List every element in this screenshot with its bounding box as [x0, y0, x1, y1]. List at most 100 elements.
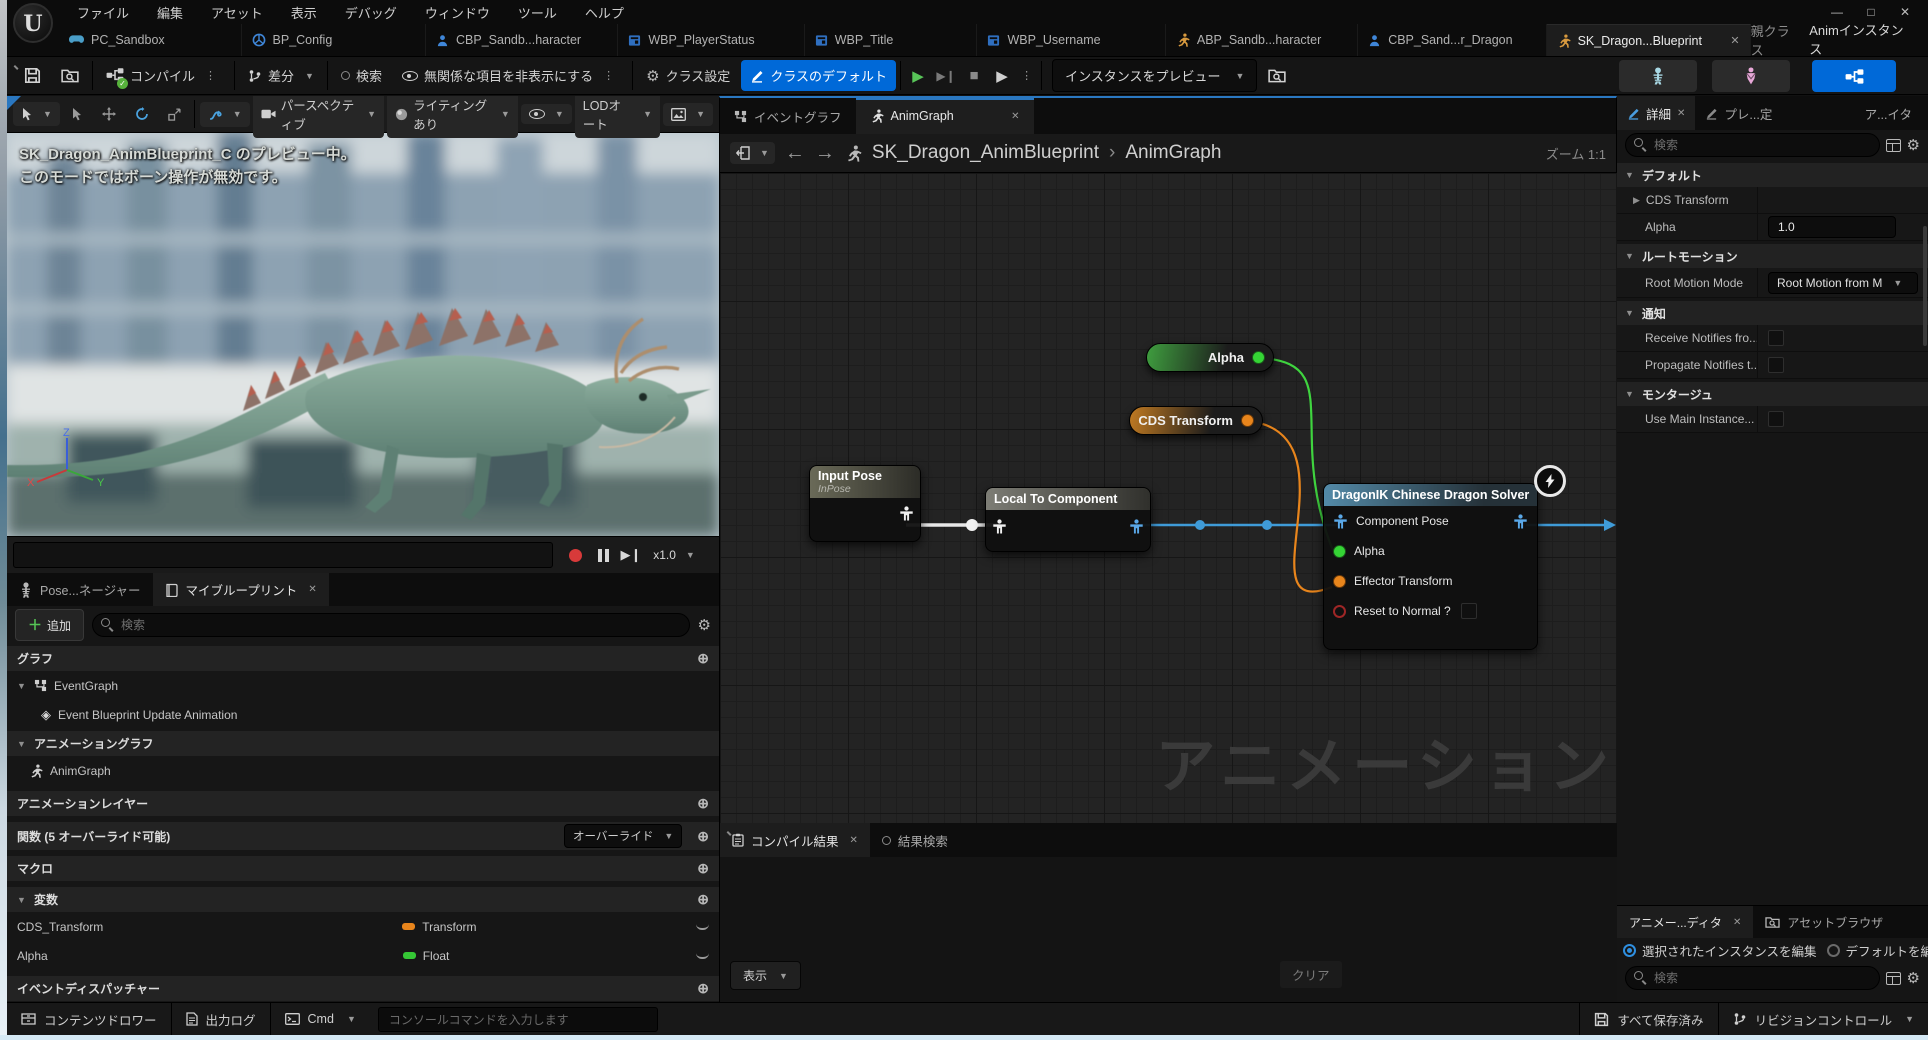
section-montage[interactable]: ▼モンタージュ	[1617, 382, 1928, 406]
use-main-instance-checkbox[interactable]	[1768, 411, 1784, 427]
closed-eye-icon[interactable]	[696, 953, 709, 959]
breadcrumb-current[interactable]: AnimGraph	[1125, 142, 1221, 164]
expander-icon[interactable]: ▼	[1625, 251, 1634, 261]
root-motion-mode-dropdown[interactable]: Root Motion from M▼	[1768, 272, 1918, 294]
move-tool-button[interactable]	[94, 102, 124, 126]
eject-button[interactable]: ▶	[989, 63, 1015, 89]
tab-sk-dragon-animblueprint[interactable]: SK_Dragon...Blueprint ✕	[1547, 24, 1751, 56]
menu-help[interactable]: ヘルプ	[573, 0, 636, 25]
find-button[interactable]: 検索	[332, 60, 391, 91]
tab-compile-results[interactable]: コンパイル結果 ✕	[720, 823, 870, 857]
menu-edit[interactable]: 編集	[145, 0, 195, 25]
dragonik-solver-node[interactable]: DragonIK Chinese Dragon Solver Component…	[1323, 483, 1538, 650]
reset-checkbox[interactable]	[1461, 603, 1477, 619]
anim-data-search-input[interactable]	[1625, 966, 1880, 990]
tab-wbp-title[interactable]: WBP_Title	[805, 24, 978, 56]
tab-abp-sandbox-character[interactable]: ABP_Sandb...haracter	[1166, 24, 1358, 56]
variable-row[interactable]: Alpha Float	[7, 941, 719, 970]
eventgraph-item[interactable]: ▼EventGraph	[7, 671, 719, 700]
screenshot-dropdown[interactable]: ▼	[663, 103, 713, 126]
event-dispatchers-section-header[interactable]: イベントディスパッチャー⊕	[7, 976, 719, 1001]
float-pin-icon[interactable]	[1333, 545, 1346, 558]
closed-eye-icon[interactable]	[696, 924, 709, 930]
expander-icon[interactable]: ▼	[1625, 389, 1634, 399]
select-tool-button[interactable]	[63, 102, 91, 126]
gear-icon[interactable]: ⚙	[698, 616, 711, 634]
preview-instance-dropdown[interactable]: インスタンスをプレビュー▼	[1052, 59, 1257, 92]
graphs-section-header[interactable]: グラフ⊕	[7, 646, 719, 671]
class-defaults-button[interactable]: クラスのデフォルト	[741, 60, 896, 91]
tab-anim-data-editor[interactable]: アニメー...ディタ ✕	[1617, 906, 1753, 938]
parent-class-link[interactable]: Animインスタンス	[1809, 20, 1914, 60]
add-layer-icon[interactable]: ⊕	[697, 795, 709, 812]
menu-file[interactable]: ファイル	[65, 0, 141, 25]
tab-animgraph[interactable]: AnimGraph ✕	[856, 98, 1034, 134]
preview-viewport[interactable]: ▼ ▼ パースペクティブ▼ ライティングあり▼ ▼ LODオート▼ ▼ SK_D…	[7, 96, 719, 573]
tab-close-icon[interactable]: ✕	[850, 835, 858, 846]
frame-skip-button[interactable]: ▶❙	[933, 63, 959, 89]
pose-pin-icon[interactable]	[993, 519, 1005, 533]
blueprint-mode-button[interactable]	[1812, 60, 1896, 92]
animgraph-item[interactable]: AnimGraph	[7, 756, 719, 785]
transform-pin-icon[interactable]	[1333, 575, 1346, 588]
tab-eventgraph[interactable]: イベントグラフ	[720, 98, 856, 134]
lod-dropdown[interactable]: LODオート▼	[575, 96, 660, 138]
lighting-dropdown[interactable]: ライティングあり▼	[387, 96, 518, 138]
tab-preview-settings[interactable]: プレ...定	[1695, 96, 1782, 130]
component-pose-pin-icon[interactable]	[1334, 514, 1346, 528]
property-cds-transform[interactable]: ▶CDS Transform	[1617, 187, 1928, 214]
menu-debug[interactable]: デバッグ	[333, 0, 409, 25]
timeline-scrubber[interactable]	[13, 542, 553, 568]
add-function-icon[interactable]: ⊕	[697, 828, 709, 845]
add-dispatcher-icon[interactable]: ⊕	[697, 980, 709, 997]
edit-defaults-radio[interactable]	[1827, 944, 1840, 957]
expander-icon[interactable]: ▼	[1625, 308, 1634, 318]
menu-asset[interactable]: アセット	[199, 0, 275, 25]
nav-forward-icon[interactable]: →	[815, 142, 835, 165]
step-forward-button[interactable]: ▶❙	[617, 542, 645, 568]
menu-tools[interactable]: ツール	[506, 0, 569, 25]
cmd-dropdown[interactable]: Cmd ▼	[271, 1003, 370, 1035]
play-options-icon[interactable]: ⋮	[1021, 69, 1033, 82]
mesh-mode-button[interactable]	[1712, 60, 1790, 92]
cds-transform-variable-node[interactable]: CDS Transform	[1129, 406, 1263, 435]
edit-selected-radio[interactable]	[1623, 944, 1636, 957]
property-root-motion-mode[interactable]: Root Motion Mode Root Motion from M▼	[1617, 268, 1928, 298]
clear-button[interactable]: クリア	[1280, 961, 1342, 988]
tab-details[interactable]: 詳細 ✕	[1617, 96, 1695, 130]
menu-view[interactable]: 表示	[279, 0, 329, 25]
exit-graph-button[interactable]: ▼	[730, 142, 775, 164]
diff-button[interactable]: 差分▼	[239, 60, 323, 91]
override-dropdown[interactable]: オーバーライド▼	[564, 824, 682, 848]
tab-close-icon[interactable]: ✕	[1730, 34, 1739, 47]
content-drawer-button[interactable]: コンテンツドロワー	[7, 1003, 172, 1035]
component-pose-pin-icon[interactable]	[1514, 514, 1526, 528]
stop-button[interactable]: ■	[961, 63, 987, 89]
animation-graphs-section-header[interactable]: ▼アニメーショングラフ	[7, 731, 719, 756]
propagate-notifies-checkbox[interactable]	[1768, 357, 1784, 373]
tab-close-icon[interactable]: ✕	[1733, 917, 1741, 928]
menu-window[interactable]: ウィンドウ	[413, 0, 502, 25]
my-blueprint-search-input[interactable]	[92, 613, 690, 637]
revision-control-button[interactable]: リビジョンコントロール ▼	[1718, 1003, 1928, 1035]
expander-icon[interactable]: ▼	[1625, 170, 1634, 180]
play-button[interactable]: ▶	[905, 63, 931, 89]
all-saved-button[interactable]: すべて保存済み	[1579, 1003, 1717, 1035]
animation-layers-section-header[interactable]: アニメーションレイヤー⊕	[7, 791, 719, 816]
tab-pose-watch-manager[interactable]: Pose...ネージャー	[7, 573, 153, 606]
property-receive-notifies[interactable]: Receive Notifies fro...	[1617, 325, 1928, 352]
skeleton-mode-button[interactable]	[1619, 60, 1697, 92]
hide-options-icon[interactable]: ⋮	[603, 69, 615, 82]
animgraph-canvas[interactable]: アニメーション Alpha CDS Transform	[720, 173, 1618, 823]
show-flags-dropdown[interactable]: ▼	[521, 104, 572, 124]
tab-asset-editor[interactable]: ア...イタ	[1855, 96, 1928, 130]
section-default[interactable]: ▼デフォルト	[1617, 163, 1928, 187]
gear-icon[interactable]: ⚙	[1907, 136, 1920, 154]
property-propagate-notifies[interactable]: Propagate Notifies t...	[1617, 352, 1928, 379]
variable-row[interactable]: CDS_Transform Transform	[7, 912, 719, 941]
tab-wbp-username[interactable]: WBP_Username	[977, 24, 1165, 56]
add-variable-icon[interactable]: ⊕	[697, 891, 709, 908]
perspective-dropdown[interactable]: パースペクティブ▼	[253, 96, 384, 138]
property-use-main-instance[interactable]: Use Main Instance...	[1617, 406, 1928, 433]
tab-close-icon[interactable]: ✕	[308, 584, 316, 595]
